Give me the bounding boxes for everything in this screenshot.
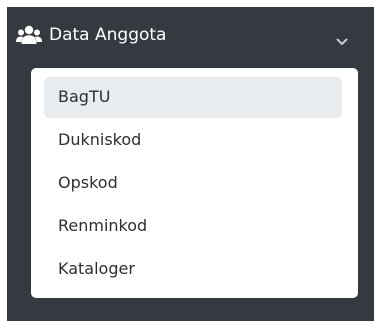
menu-item-label: BagTU [58,87,111,106]
menu-item-dukniskod[interactable]: Dukniskod [44,120,342,161]
data-anggota-toggle[interactable]: Data Anggota [7,7,374,63]
menu-item-label: Dukniskod [58,130,142,149]
menu-item-kataloger[interactable]: Kataloger [44,249,342,290]
menu-item-label: Opskod [58,173,118,192]
menu-item-bagtu[interactable]: BagTU [44,77,342,118]
chevron-down-icon[interactable] [336,31,348,45]
menu-item-label: Kataloger [58,259,135,278]
submenu-dropdown: BagTU Dukniskod Opskod Renminkod Katalog… [31,68,358,298]
section-label: Data Anggota [49,25,167,45]
menu-item-label: Renminkod [58,216,148,235]
menu-item-renminkod[interactable]: Renminkod [44,206,342,247]
users-icon [16,25,42,45]
menu-item-opskod[interactable]: Opskod [44,163,342,204]
sidebar-panel: Data Anggota BagTU Dukniskod Opskod Renm… [7,7,374,321]
